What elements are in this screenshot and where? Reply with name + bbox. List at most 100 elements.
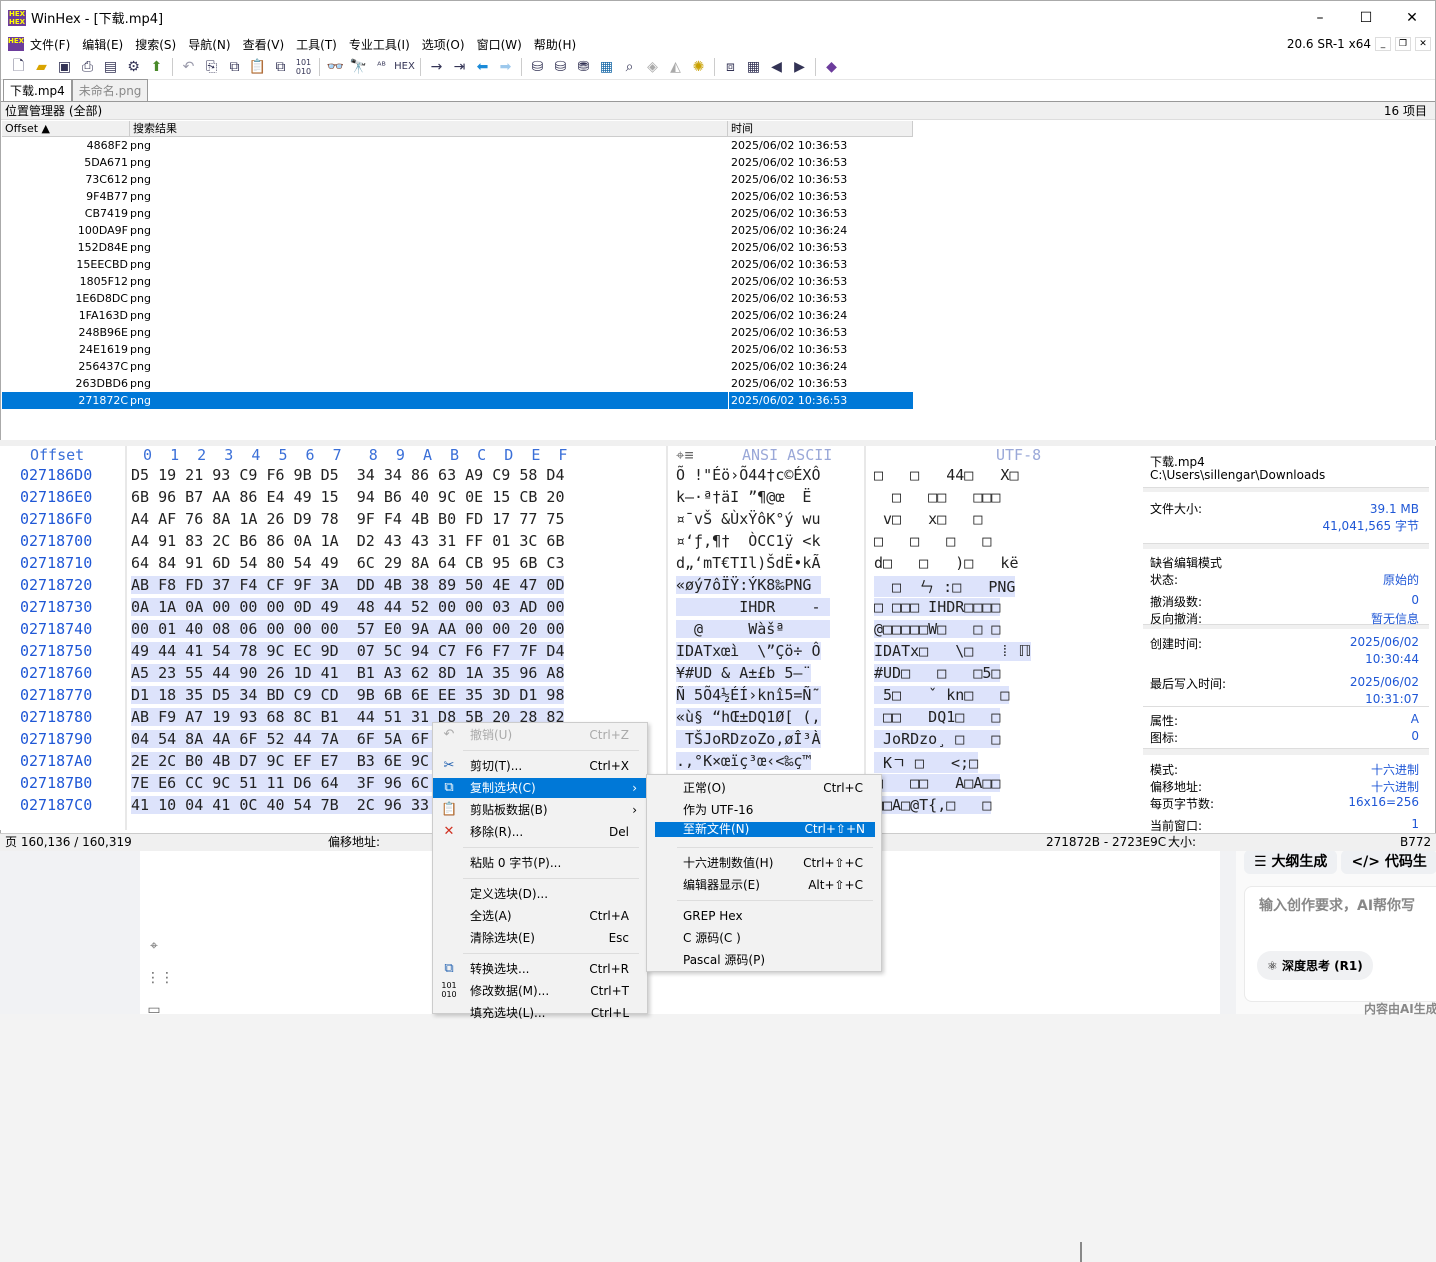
crosshair-icon[interactable]: ⌖ <box>146 938 162 954</box>
mdi-close-button[interactable]: ✕ <box>1415 37 1431 51</box>
submenu-item-new-file[interactable]: 至新文件(N) Ctrl+⇧+N <box>655 822 875 837</box>
crosshair-icon[interactable]: ⌖≡ <box>676 446 693 464</box>
menu-search[interactable]: 搜索(S) <box>129 36 182 53</box>
table-row[interactable]: 1FA163D png 2025/06/02 10:36:24 <box>2 307 913 324</box>
hex-row[interactable]: 027186F0 A4 AF 76 8A 1A 26 D9 78 9F F4 4B… <box>0 510 1090 532</box>
deep-think-button[interactable]: ⚛ 深度思考 (R1) <box>1257 951 1373 980</box>
menu-item-fill-block[interactable]: 填充选块(L)... Ctrl+L <box>433 1003 647 1023</box>
open-folder-icon[interactable]: ▰ <box>30 56 53 78</box>
paste-write-icon[interactable]: ⧉ <box>269 56 292 78</box>
table-row[interactable]: CB7419 png 2025/06/02 10:36:53 <box>2 205 913 222</box>
hex-row[interactable]: 027186D0 D5 19 21 93 C9 F6 9B D5 34 34 86… <box>0 466 1090 488</box>
goto-sector-icon[interactable]: ⇥ <box>448 56 471 78</box>
mdi-minimize-button[interactable]: _ <box>1375 37 1391 51</box>
calculator-icon[interactable]: ▦ <box>595 56 618 78</box>
menu-item-convert[interactable]: ⧉ 转换选块... Ctrl+R <box>433 959 647 979</box>
offset-header[interactable]: Offset <box>30 446 84 464</box>
table-row[interactable]: 248B96E png 2025/06/02 10:36:53 <box>2 324 913 341</box>
hex-row[interactable]: 02718760 A5 23 55 44 90 26 1D 41 B1 A3 62… <box>0 664 1090 686</box>
table-row[interactable]: 24E1619 png 2025/06/02 10:36:53 <box>2 341 913 358</box>
menu-help[interactable]: 帮助(H) <box>528 36 582 53</box>
submenu-item-c-source[interactable]: C 源码(C ) <box>647 928 881 948</box>
column-time[interactable]: 时间 <box>728 121 913 136</box>
forward-icon[interactable]: ➡ <box>494 56 517 78</box>
menu-item-define-block[interactable]: 定义选块(D)... <box>433 884 647 904</box>
help-book-icon[interactable]: ◆ <box>820 56 843 78</box>
hex-row[interactable]: 02718700 A4 91 83 2C B6 86 0A 1A D2 43 43… <box>0 532 1090 554</box>
hex-row[interactable]: 02718770 D1 18 35 D5 34 BD C9 CD 9B 6B 6E… <box>0 686 1090 708</box>
prev-window-icon[interactable]: ◀ <box>765 56 788 78</box>
paste-icon[interactable]: 📋 <box>246 56 269 78</box>
mdi-restore-button[interactable]: ❐ <box>1395 37 1411 51</box>
tab-untitled-png[interactable]: 未命名.png <box>71 79 149 101</box>
back-icon[interactable]: ⬅ <box>471 56 494 78</box>
new-file-icon[interactable]: 🗋 <box>7 56 30 78</box>
ai-prompt-box[interactable]: 输入创作要求，AI帮你写 ⚛ 深度思考 (R1) <box>1244 886 1436 1002</box>
find-hex-icon[interactable]: 🔭 <box>347 56 370 78</box>
table-row[interactable]: 100DA9F png 2025/06/02 10:36:24 <box>2 222 913 239</box>
hex-row[interactable]: 02718740 00 01 40 08 06 00 00 00 57 E0 9A… <box>0 620 1090 642</box>
hex-row[interactable]: 02718730 0A 1A 0A 00 00 00 0D 49 48 44 52… <box>0 598 1090 620</box>
code-tab[interactable]: </> 代码生 <box>1341 850 1436 874</box>
save-icon[interactable]: ▣ <box>53 56 76 78</box>
properties-icon[interactable]: ▤ <box>99 56 122 78</box>
utf8-header[interactable]: UTF-8 <box>996 446 1041 464</box>
goto-offset-icon[interactable]: → <box>425 56 448 78</box>
document-icon[interactable]: HEX <box>8 37 24 51</box>
compare-icon[interactable]: ⧈ <box>719 56 742 78</box>
disk-icon[interactable]: ⛁ <box>526 56 549 78</box>
hash-icon[interactable]: ◈ <box>641 56 664 78</box>
find-text-icon[interactable]: 👓 <box>324 56 347 78</box>
chart-icon[interactable]: ◭ <box>664 56 687 78</box>
print-icon[interactable]: ⎙ <box>76 56 99 78</box>
hex-row[interactable]: 02718750 49 44 41 54 78 9C EC 9D 07 5C 94… <box>0 642 1090 664</box>
menu-pro-tools[interactable]: 专业工具(I) <box>343 36 416 53</box>
menu-tools[interactable]: 工具(T) <box>290 36 343 53</box>
submenu-item-pascal-source[interactable]: Pascal 源码(P) <box>647 950 881 970</box>
menu-item-clipboard[interactable]: 📋 剪贴板数据(B) › <box>433 800 647 820</box>
menu-item-copy-selection[interactable]: ⧉ 复制选块(C) › <box>433 778 647 798</box>
table-row[interactable]: 9F4B77 png 2025/06/02 10:36:53 <box>2 188 913 205</box>
table-row[interactable]: 1805F12 png 2025/06/02 10:36:53 <box>2 273 913 290</box>
table-row[interactable]: 1E6D8DC png 2025/06/02 10:36:53 <box>2 290 913 307</box>
minimize-button[interactable]: – <box>1297 10 1343 26</box>
export-icon[interactable]: ⬆ <box>145 56 168 78</box>
table-row[interactable]: 263DBD6 png 2025/06/02 10:36:53 <box>2 375 913 392</box>
submenu-item-editor-display[interactable]: 编辑器显示(E) Alt+⇧+C <box>647 875 881 895</box>
menu-window[interactable]: 窗口(W) <box>471 36 528 53</box>
options-icon[interactable]: ⚙ <box>122 56 145 78</box>
menu-view[interactable]: 查看(V) <box>237 36 291 53</box>
menu-options[interactable]: 选项(O) <box>416 36 471 53</box>
table-row[interactable]: 5DA671 png 2025/06/02 10:36:53 <box>2 154 913 171</box>
grid-icon[interactable]: ⋮⋮ <box>146 970 174 986</box>
menu-item-undo[interactable]: ↶ 撤销(U) Ctrl+Z <box>433 725 647 745</box>
menu-item-clear-selection[interactable]: 清除选块(E) Esc <box>433 928 647 948</box>
copy-block-icon[interactable]: ⧉ <box>223 56 246 78</box>
table-row[interactable]: 73C612 png 2025/06/02 10:36:53 <box>2 171 913 188</box>
table-icon[interactable]: ▦ <box>742 56 765 78</box>
tab-download-mp4[interactable]: 下载.mp4 <box>3 79 72 101</box>
menu-item-select-all[interactable]: 全选(A) Ctrl+A <box>433 906 647 926</box>
disk-add-icon[interactable]: ⛁ <box>549 56 572 78</box>
submenu-item-hex-values[interactable]: 十六进制数值(H) Ctrl+⇧+C <box>647 853 881 873</box>
scrollbar[interactable] <box>1080 1242 1082 1262</box>
menu-file[interactable]: 文件(F) <box>24 36 76 53</box>
menu-item-remove[interactable]: ✕ 移除(R)... Del <box>433 822 647 842</box>
hex-row[interactable]: 027186E0 6B 96 B7 AA 86 E4 49 15 94 B6 40… <box>0 488 1090 510</box>
table-row[interactable]: 271872C png 2025/06/02 10:36:53 <box>2 392 913 409</box>
table-row[interactable]: 4868F2 png 2025/06/02 10:36:53 <box>2 137 913 154</box>
menu-item-paste-zero[interactable]: 粘贴 0 字节(P)... <box>433 853 647 873</box>
box-icon[interactable]: ▭ <box>146 1002 162 1018</box>
outline-tab[interactable]: ☰ 大纲生成 <box>1244 850 1338 874</box>
ram-icon[interactable]: ⛃ <box>572 56 595 78</box>
table-row[interactable]: 256437C png 2025/06/02 10:36:24 <box>2 358 913 375</box>
column-result[interactable]: 搜索结果 <box>130 121 728 136</box>
close-button[interactable]: ✕ <box>1389 10 1435 26</box>
submenu-item-utf16[interactable]: 作为 UTF-16 <box>647 800 881 820</box>
column-offset[interactable]: Offset ▲ <box>2 121 130 136</box>
replace-text-icon[interactable]: ᴬᴮ <box>370 56 393 78</box>
hex-row[interactable]: 02718710 64 84 91 6D 54 80 54 49 6C 29 8A… <box>0 554 1090 576</box>
next-window-icon[interactable]: ▶ <box>788 56 811 78</box>
undo-icon[interactable]: ↶ <box>177 56 200 78</box>
menu-navigate[interactable]: 导航(N) <box>182 36 236 53</box>
